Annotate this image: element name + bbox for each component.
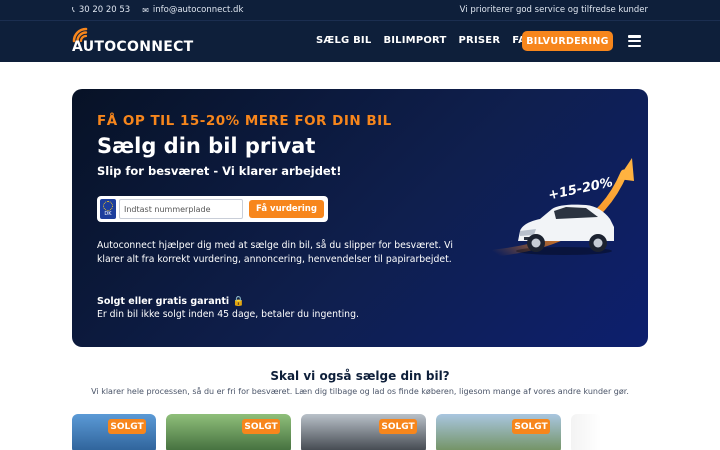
hero-title: Sælg din bil privat bbox=[97, 134, 316, 158]
top-info-bar: 📞︎ 30 20 20 53 ✉ info@autoconnect.dk Vi … bbox=[0, 0, 720, 20]
sold-badge: SOLGT bbox=[242, 419, 280, 434]
phone-icon: 📞︎ bbox=[72, 5, 75, 14]
growth-percent-label: +15-20% bbox=[547, 175, 614, 203]
car-growth-illustration: +15-20% bbox=[491, 158, 634, 257]
license-plate-input[interactable]: Indtast nummerplade bbox=[119, 199, 243, 219]
hero-subtitle: Slip for besværet - Vi klarer arbejdet! bbox=[97, 164, 342, 178]
main-nav: SÆLG BIL BILIMPORT PRISER FAQ bbox=[316, 35, 535, 46]
email-address: info@autoconnect.dk bbox=[152, 5, 244, 15]
section-subtitle: Vi klarer hele processen, så du er fri f… bbox=[91, 387, 629, 396]
sold-car-card[interactable]: SOLGT bbox=[166, 414, 291, 450]
license-plate-form: DK Indtast nummerplade Få vurdering bbox=[97, 196, 328, 222]
carousel-fade-edge bbox=[571, 414, 601, 450]
site-header: AUTOCONNECT SÆLG BIL BILIMPORT PRISER FA… bbox=[0, 20, 720, 62]
phone-link[interactable]: 📞︎ 30 20 20 53 bbox=[72, 5, 130, 15]
hero-description: Autoconnect hjælper dig med at sælge din… bbox=[97, 240, 453, 265]
logo-wordmark: AUTOCONNECT bbox=[72, 39, 194, 55]
guarantee-title: Solgt eller gratis garanti 🔒 bbox=[97, 296, 245, 307]
sold-car-card[interactable]: SOLGT bbox=[301, 414, 426, 450]
eu-stars-icon bbox=[103, 201, 113, 211]
email-link[interactable]: ✉ info@autoconnect.dk bbox=[142, 5, 243, 15]
get-valuation-button[interactable]: Få vurdering bbox=[249, 200, 324, 218]
section-title: Skal vi også sælge din bil? bbox=[270, 369, 450, 383]
site-logo[interactable]: AUTOCONNECT bbox=[72, 27, 197, 57]
nav-item-priser[interactable]: PRISER bbox=[459, 35, 501, 46]
nav-item-saelg-bil[interactable]: SÆLG BIL bbox=[316, 35, 371, 46]
sold-badge: SOLGT bbox=[379, 419, 417, 434]
phone-number: 30 20 20 53 bbox=[78, 5, 131, 15]
plate-country-code: DK bbox=[104, 211, 112, 217]
sold-car-card[interactable]: SOLGT bbox=[72, 414, 156, 450]
guarantee-text: Er din bil ikke solgt inden 45 dage, bet… bbox=[97, 309, 359, 320]
bilvurdering-button[interactable]: BILVURDERING bbox=[522, 31, 613, 51]
sold-car-card[interactable]: SOLGT bbox=[436, 414, 561, 450]
contact-info: 📞︎ 30 20 20 53 ✉ info@autoconnect.dk bbox=[72, 5, 243, 15]
hero-banner: FÅ OP TIL 15-20% MERE FOR DIN BIL Sælg d… bbox=[72, 89, 648, 347]
sold-badge: SOLGT bbox=[512, 419, 550, 434]
sold-cars-carousel: SOLGT SOLGT SOLGT SOLGT bbox=[72, 414, 648, 450]
service-tagline: Vi prioriterer god service og tilfredse … bbox=[459, 5, 648, 15]
menu-icon[interactable] bbox=[628, 35, 641, 47]
hero-kicker: FÅ OP TIL 15-20% MERE FOR DIN BIL bbox=[97, 113, 392, 129]
eu-plate-badge: DK bbox=[100, 199, 116, 219]
envelope-icon: ✉ bbox=[142, 5, 149, 15]
sold-badge: SOLGT bbox=[108, 419, 146, 434]
car-icon bbox=[516, 204, 614, 255]
nav-item-bilimport[interactable]: BILIMPORT bbox=[383, 35, 446, 46]
